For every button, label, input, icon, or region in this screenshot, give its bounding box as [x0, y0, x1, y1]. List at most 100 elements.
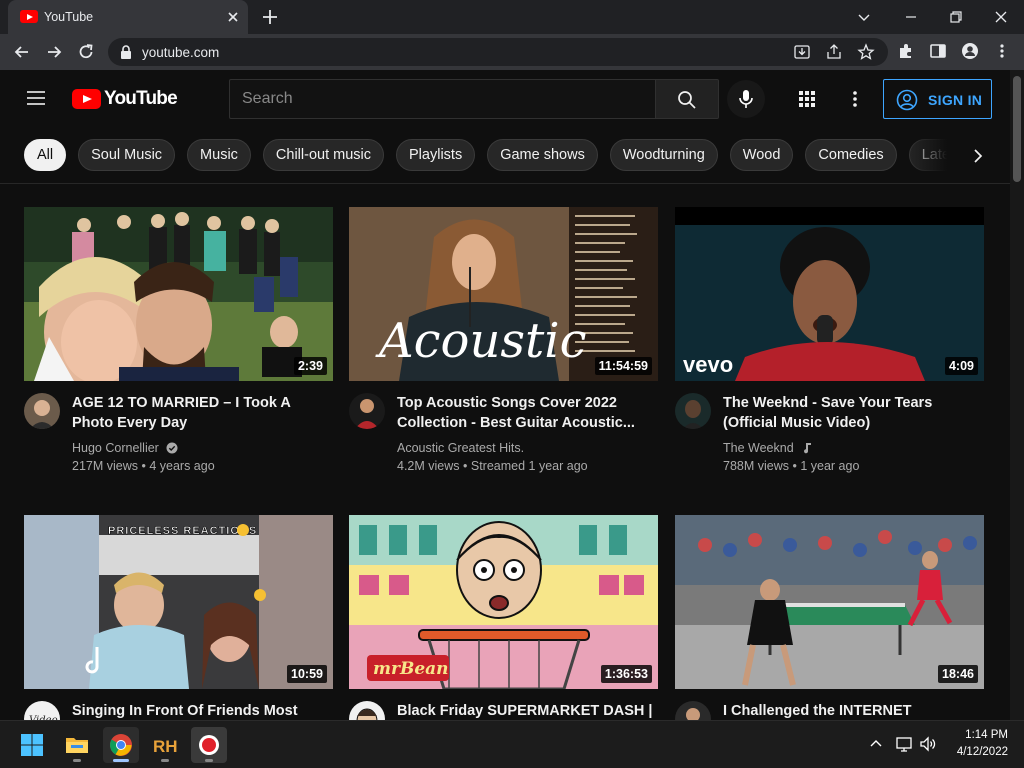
chrome-icon	[109, 733, 133, 757]
chip-soul-music[interactable]: Soul Music	[78, 139, 176, 171]
file-explorer-icon	[65, 733, 89, 757]
window-close-icon[interactable]	[992, 8, 1010, 26]
youtube-header: YouTube SIGN IN	[0, 70, 1010, 128]
chip-game-shows[interactable]: Game shows	[487, 139, 598, 171]
video-thumbnail[interactable]: 2:39	[24, 207, 333, 381]
channel-name-text: The Weeknd	[723, 441, 794, 455]
share-icon[interactable]	[825, 43, 843, 61]
reload-icon[interactable]	[76, 42, 96, 62]
address-bar[interactable]: youtube.com	[108, 38, 888, 66]
search-input[interactable]	[230, 80, 655, 118]
browser-tab-bar: YouTube	[0, 0, 1024, 34]
video-duration: 2:39	[293, 357, 327, 375]
tab-search-chevron-icon[interactable]	[855, 8, 873, 26]
url-text: youtube.com	[142, 45, 220, 60]
clock-date[interactable]: 4/12/2022	[950, 746, 1008, 758]
channel-avatar[interactable]	[24, 393, 60, 429]
sign-in-button[interactable]: SIGN IN	[883, 79, 992, 119]
hamburger-menu-icon[interactable]	[26, 89, 46, 107]
youtube-logo[interactable]: YouTube	[72, 88, 178, 110]
minimize-icon[interactable]	[902, 8, 920, 26]
channel-name-text: Hugo Cornellier	[72, 441, 159, 455]
chrome-menu-icon[interactable]	[994, 42, 1010, 60]
lock-icon[interactable]	[120, 45, 132, 59]
profile-icon[interactable]	[961, 42, 979, 60]
extensions-puzzle-icon[interactable]	[897, 42, 915, 60]
upload-age: 1 year ago	[800, 459, 860, 473]
channel-name-text: Acoustic Greatest Hits.	[397, 441, 525, 455]
rh-app-button[interactable]: RH	[147, 727, 183, 763]
verified-icon	[166, 442, 178, 457]
restore-icon[interactable]	[947, 8, 965, 26]
recorder-button[interactable]	[191, 727, 227, 763]
browser-tab[interactable]: YouTube	[8, 0, 248, 34]
network-icon[interactable]	[895, 735, 913, 753]
video-thumbnail[interactable]: vevo 4:09	[675, 207, 984, 381]
video-card[interactable]: 18:46 I Challenged the INTERNET	[675, 515, 984, 737]
video-card[interactable]: mrBean 1:36:53 Black Friday SUPERMARKET …	[349, 515, 658, 737]
video-title[interactable]: Top Acoustic Songs Cover 2022 Collection…	[397, 393, 655, 433]
page-scrollbar[interactable]	[1010, 70, 1024, 720]
close-tab-icon[interactable]	[224, 8, 242, 26]
channel-name[interactable]: Acoustic Greatest Hits.	[397, 441, 524, 455]
chip-wood[interactable]: Wood	[729, 139, 794, 171]
video-thumbnail[interactable]: PRICELESS REACTIONS 10:59	[24, 515, 333, 689]
chip-chill-out-music[interactable]: Chill-out music	[262, 139, 385, 171]
video-thumbnail[interactable]: mrBean 1:36:53	[349, 515, 658, 689]
active-indicator	[113, 759, 129, 762]
volume-icon[interactable]	[919, 735, 937, 753]
chips-next-arrow-icon[interactable]	[967, 145, 989, 167]
tray-overflow-chevron-icon[interactable]	[868, 736, 884, 752]
video-title[interactable]: Singing In Front Of Friends Most	[72, 701, 330, 721]
forward-arrow-icon[interactable]	[44, 42, 64, 62]
thumbnail-text: mrBean	[373, 659, 449, 679]
svg-text:RH: RH	[153, 737, 177, 756]
tab-title: YouTube	[44, 10, 94, 24]
new-tab-icon[interactable]	[260, 7, 280, 27]
file-explorer-button[interactable]	[59, 727, 95, 763]
search-button[interactable]	[656, 79, 719, 119]
record-icon	[197, 733, 221, 757]
chrome-taskbar-button[interactable]	[103, 727, 139, 763]
settings-more-icon[interactable]	[846, 89, 864, 109]
running-indicator	[161, 759, 169, 762]
channel-name[interactable]: The Weeknd	[723, 441, 813, 457]
video-card[interactable]: 2:39 AGE 12 TO MARRIED – I Took A Photo …	[24, 207, 333, 473]
thumbnail-text: Acoustic	[375, 313, 587, 369]
video-duration: 10:59	[287, 665, 327, 683]
youtube-apps-grid-icon[interactable]	[797, 89, 817, 109]
video-thumbnail[interactable]: Acoustic 11:54:59	[349, 207, 658, 381]
chip-all[interactable]: All	[24, 139, 67, 171]
search-box[interactable]	[229, 79, 656, 119]
channel-avatar[interactable]	[675, 393, 711, 429]
back-arrow-icon[interactable]	[12, 42, 32, 62]
chip-woodturning[interactable]: Woodturning	[609, 139, 718, 171]
video-title[interactable]: Black Friday SUPERMARKET DASH |	[397, 701, 655, 721]
channel-name[interactable]: Hugo Cornellier	[72, 441, 178, 457]
side-panel-icon[interactable]	[929, 42, 947, 60]
view-count: 4.2M views	[397, 459, 460, 473]
chip-comedies[interactable]: Comedies	[805, 139, 897, 171]
video-thumbnail[interactable]: 18:46	[675, 515, 984, 689]
scrollbar-thumb[interactable]	[1013, 76, 1021, 182]
youtube-favicon-icon	[20, 10, 38, 23]
chip-playlists[interactable]: Playlists	[396, 139, 476, 171]
microphone-icon	[738, 89, 754, 109]
video-duration: 4:09	[944, 357, 978, 375]
install-app-icon[interactable]	[793, 43, 811, 61]
windows-start-icon	[20, 733, 44, 757]
bookmark-star-icon[interactable]	[857, 43, 875, 61]
video-card[interactable]: Acoustic 11:54:59 Top Acoustic Songs Cov…	[349, 207, 658, 473]
chip-music[interactable]: Music	[187, 139, 251, 171]
video-card[interactable]: vevo 4:09 The Weeknd - Save Your Tears (…	[675, 207, 984, 473]
video-title[interactable]: AGE 12 TO MARRIED – I Took A Photo Every…	[72, 393, 330, 433]
video-card[interactable]: PRICELESS REACTIONS 10:59 Video Singing …	[24, 515, 333, 737]
youtube-logo-text: YouTube	[104, 88, 178, 109]
windows-start-button[interactable]	[14, 727, 50, 763]
voice-search-button[interactable]	[727, 80, 765, 118]
video-title[interactable]: I Challenged the INTERNET	[723, 701, 981, 721]
channel-avatar[interactable]	[349, 393, 385, 429]
clock-time[interactable]: 1:14 PM	[950, 729, 1008, 741]
video-title[interactable]: The Weeknd - Save Your Tears (Official M…	[723, 393, 981, 433]
chips-fade	[905, 128, 965, 183]
